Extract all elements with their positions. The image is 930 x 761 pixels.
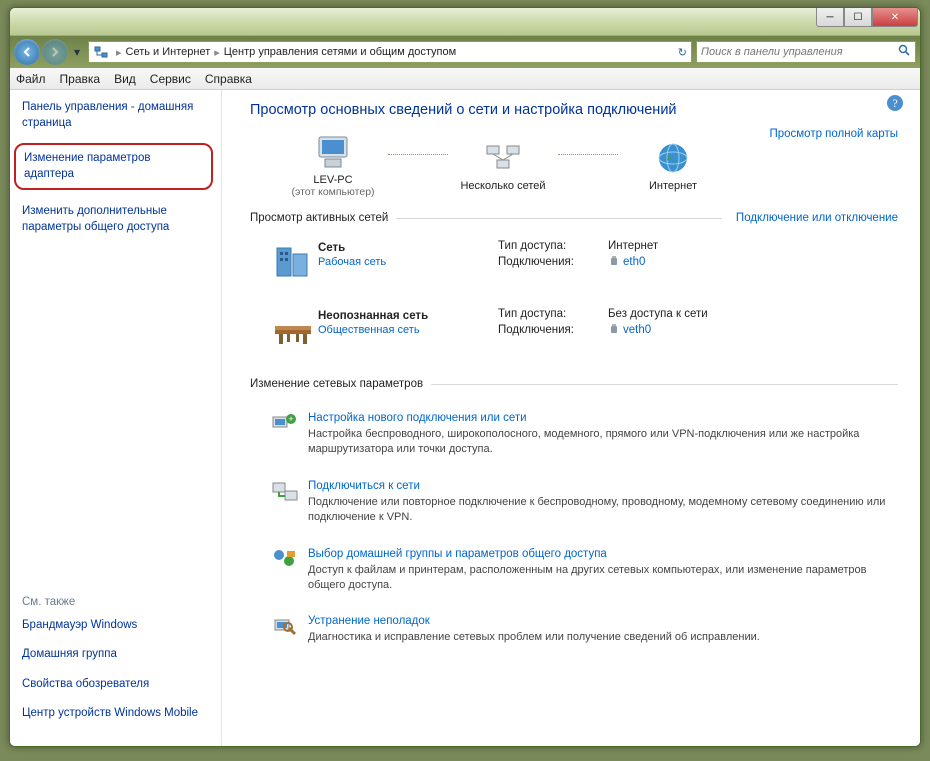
menu-help[interactable]: Справка — [205, 72, 252, 86]
close-button[interactable]: ✕ — [872, 8, 918, 27]
svg-text:+: + — [288, 414, 293, 424]
task-link[interactable]: Выбор домашней группы и параметров общег… — [308, 548, 607, 560]
change-settings-label: Изменение сетевых параметров — [250, 378, 423, 390]
active-networks-label: Просмотр активных сетей — [250, 212, 388, 224]
titlebar: ─ ☐ ✕ — [10, 8, 920, 36]
public-network-icon — [268, 308, 318, 352]
menu-tools[interactable]: Сервис — [150, 72, 191, 86]
task-troubleshoot[interactable]: Устранение неполадок Диагностика и испра… — [250, 603, 898, 655]
change-settings-header: Изменение сетевых параметров — [250, 378, 898, 390]
body: Панель управления - домашняя страница Из… — [10, 90, 920, 746]
globe-icon — [618, 138, 728, 178]
sidebar-windows-mobile[interactable]: Центр устройств Windows Mobile — [22, 706, 209, 722]
access-type-value: Интернет — [608, 240, 658, 252]
connections-label: Подключения: — [498, 256, 608, 268]
full-map-link[interactable]: Просмотр полной карты — [769, 128, 898, 140]
sidebar-home[interactable]: Панель управления - домашняя страница — [22, 100, 209, 131]
network-name: Сеть — [318, 242, 498, 254]
page-title: Просмотр основных сведений о сети и наст… — [250, 102, 898, 118]
breadcrumb-level-1[interactable]: Сеть и Интернет — [126, 46, 211, 58]
menu-view[interactable]: Вид — [114, 72, 136, 86]
network-name: Неопознанная сеть — [318, 310, 498, 322]
forward-button[interactable] — [42, 39, 68, 65]
menu-file[interactable]: Файл — [16, 72, 46, 86]
network-type-link[interactable]: Общественная сеть — [318, 324, 498, 336]
back-button[interactable] — [14, 39, 40, 65]
task-description: Доступ к файлам и принтерам, расположенн… — [308, 563, 898, 594]
sidebar: Панель управления - домашняя страница Из… — [10, 90, 222, 746]
nav-history-dropdown[interactable]: ▾ — [70, 42, 84, 62]
adapter-icon — [608, 324, 620, 336]
connect-disconnect-link[interactable]: Подключение или отключение — [736, 212, 898, 224]
menu-bar: Файл Правка Вид Сервис Справка — [10, 68, 920, 90]
connect-network-icon — [268, 478, 302, 506]
search-field[interactable] — [696, 41, 916, 63]
node-multi-label: Несколько сетей — [448, 180, 558, 192]
task-homegroup[interactable]: Выбор домашней группы и параметров общег… — [250, 536, 898, 604]
homegroup-icon — [268, 546, 302, 574]
content: ? Просмотр основных сведений о сети и на… — [222, 90, 920, 746]
task-link[interactable]: Подключиться к сети — [308, 480, 420, 492]
task-link[interactable]: Устранение неполадок — [308, 615, 430, 627]
menu-edit[interactable]: Правка — [60, 72, 101, 86]
network-row: Неопознанная сеть Общественная сеть Тип … — [250, 302, 898, 370]
connection-line — [558, 154, 618, 155]
refresh-icon[interactable]: ↻ — [678, 46, 687, 59]
task-connect-network[interactable]: Подключиться к сети Подключение или повт… — [250, 468, 898, 536]
node-this-pc[interactable]: LEV-PC (этот компьютер) — [278, 132, 388, 198]
task-description: Диагностика и исправление сетевых пробле… — [308, 630, 898, 645]
active-networks-header: Просмотр активных сетей Подключение или … — [250, 212, 898, 224]
task-description: Настройка беспроводного, широкополосного… — [308, 427, 898, 458]
minimize-button[interactable]: ─ — [816, 8, 844, 27]
address-bar: ▾ ▸ Сеть и Интернет ▸ Центр управления с… — [10, 36, 920, 68]
search-input[interactable] — [701, 46, 898, 58]
help-icon[interactable]: ? — [886, 94, 904, 112]
see-also-header: См. также — [22, 596, 209, 608]
work-network-icon — [268, 240, 318, 284]
node-pc-label: LEV-PC — [278, 174, 388, 186]
sidebar-advanced-sharing[interactable]: Изменить дополнительные параметры общего… — [22, 204, 209, 235]
network-map: LEV-PC (этот компьютер) Несколько сетей … — [278, 132, 898, 198]
sidebar-firewall[interactable]: Брандмауэр Windows — [22, 618, 209, 634]
node-internet[interactable]: Интернет — [618, 138, 728, 192]
connections-label: Подключения: — [498, 324, 608, 336]
sidebar-homegroup[interactable]: Домашняя группа — [22, 647, 209, 663]
network-icon — [93, 44, 109, 60]
breadcrumb[interactable]: ▸ Сеть и Интернет ▸ Центр управления сет… — [88, 41, 692, 63]
network-type-link[interactable]: Рабочая сеть — [318, 256, 498, 268]
networks-icon — [448, 138, 558, 178]
new-connection-icon: + — [268, 410, 302, 438]
sidebar-adapter-settings[interactable]: Изменение параметров адаптера — [14, 143, 213, 190]
breadcrumb-level-2[interactable]: Центр управления сетями и общим доступом — [224, 46, 456, 58]
connection-link[interactable]: eth0 — [623, 256, 645, 268]
svg-text:?: ? — [892, 96, 897, 110]
node-internet-label: Интернет — [618, 180, 728, 192]
window: ─ ☐ ✕ ▾ ▸ Сеть и Интернет ▸ Центр управл… — [9, 7, 921, 747]
computer-icon — [278, 132, 388, 172]
task-link[interactable]: Настройка нового подключения или сети — [308, 412, 527, 424]
task-description: Подключение или повторное подключение к … — [308, 495, 898, 526]
access-type-label: Тип доступа: — [498, 308, 608, 320]
adapter-icon — [608, 256, 620, 268]
search-icon[interactable] — [898, 44, 911, 60]
access-type-value: Без доступа к сети — [608, 308, 708, 320]
task-new-connection[interactable]: + Настройка нового подключения или сети … — [250, 400, 898, 468]
troubleshoot-icon — [268, 613, 302, 641]
network-row: Сеть Рабочая сеть Тип доступа:Интернет П… — [250, 234, 898, 302]
connection-link[interactable]: veth0 — [623, 324, 651, 336]
node-pc-sublabel: (этот компьютер) — [278, 186, 388, 198]
node-multi-networks[interactable]: Несколько сетей — [448, 138, 558, 192]
access-type-label: Тип доступа: — [498, 240, 608, 252]
connection-line — [388, 154, 448, 155]
maximize-button[interactable]: ☐ — [844, 8, 872, 27]
sidebar-internet-options[interactable]: Свойства обозревателя — [22, 677, 209, 693]
